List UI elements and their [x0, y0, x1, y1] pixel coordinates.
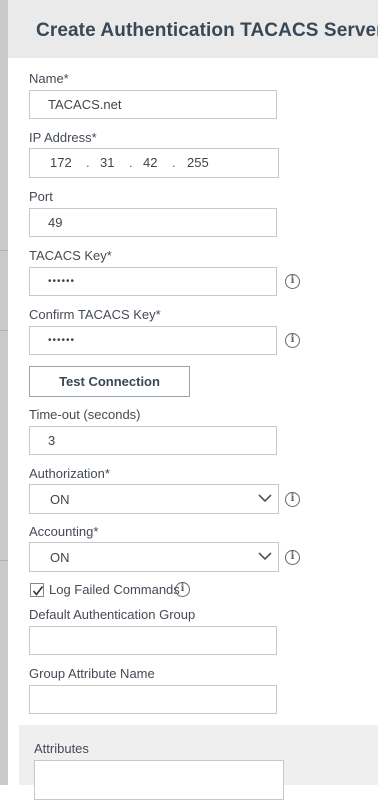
- info-circle-icon[interactable]: i: [285, 550, 300, 565]
- authorization-select[interactable]: ON: [29, 484, 279, 514]
- ip-octet-1[interactable]: 172: [50, 155, 72, 170]
- ip-address-input[interactable]: 172 . 31 . 42 . 255: [29, 148, 279, 178]
- background-strip: [0, 0, 8, 785]
- chevron-down-icon: [258, 494, 272, 503]
- log-failed-commands-label: Log Failed Commands: [49, 582, 180, 597]
- ip-octet-3[interactable]: 42: [143, 155, 157, 170]
- name-input[interactable]: [29, 90, 277, 119]
- authorization-value: ON: [50, 492, 70, 507]
- accounting-value: ON: [50, 550, 70, 565]
- timeout-input[interactable]: [29, 426, 277, 455]
- ip-separator: .: [172, 155, 176, 170]
- group-attribute-name-label: Group Attribute Name: [29, 666, 155, 681]
- ip-separator: .: [129, 155, 133, 170]
- authorization-label: Authorization*: [29, 466, 110, 481]
- default-auth-group-input[interactable]: [29, 626, 277, 655]
- attributes-section: Attributes: [19, 725, 378, 800]
- ip-separator: .: [86, 155, 90, 170]
- port-input[interactable]: [29, 208, 277, 237]
- tacacs-key-label: TACACS Key*: [29, 248, 112, 263]
- name-label: Name*: [29, 71, 69, 86]
- attributes-label: Attributes: [34, 741, 89, 756]
- ip-octet-4[interactable]: 255: [187, 155, 209, 170]
- group-attribute-name-input[interactable]: [29, 685, 277, 714]
- timeout-label: Time-out (seconds): [29, 407, 141, 422]
- chevron-down-icon: [258, 552, 272, 561]
- checkmark-icon: [32, 586, 44, 596]
- info-circle-icon[interactable]: i: [285, 274, 300, 289]
- ip-octet-2[interactable]: 31: [100, 155, 114, 170]
- log-failed-commands-checkbox[interactable]: [30, 583, 44, 597]
- info-circle-icon[interactable]: i: [175, 582, 190, 597]
- tacacs-key-input[interactable]: ••••••: [29, 267, 277, 296]
- info-circle-icon[interactable]: i: [285, 333, 300, 348]
- confirm-key-label: Confirm TACACS Key*: [29, 307, 161, 322]
- test-connection-button[interactable]: Test Connection: [29, 366, 190, 397]
- accounting-select[interactable]: ON: [29, 542, 279, 572]
- attributes-input[interactable]: [34, 760, 284, 800]
- default-auth-group-label: Default Authentication Group: [29, 607, 196, 622]
- ip-address-label: IP Address*: [29, 130, 97, 145]
- port-label: Port: [29, 189, 53, 204]
- confirm-key-input[interactable]: ••••••: [29, 326, 277, 355]
- accounting-label: Accounting*: [29, 524, 99, 539]
- page-title: Create Authentication TACACS Server: [36, 20, 378, 41]
- info-circle-icon[interactable]: i: [285, 492, 300, 507]
- dialog-header: Create Authentication TACACS Server: [8, 0, 378, 58]
